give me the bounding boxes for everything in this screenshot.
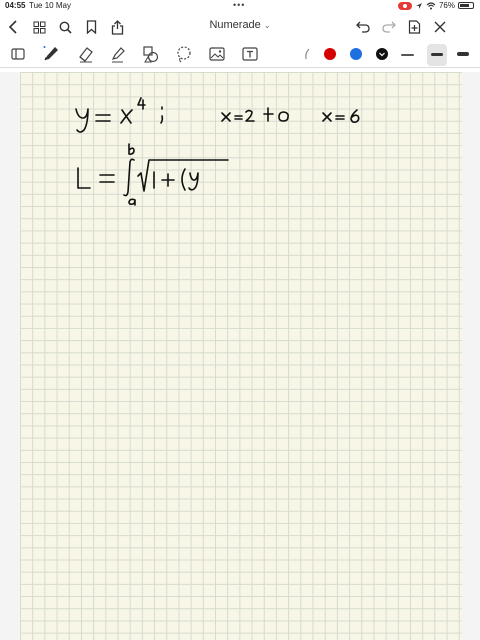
thick-stroke-option[interactable] [457, 52, 469, 56]
handwriting-limit-b [128, 143, 135, 155]
sidebar-icon[interactable] [9, 45, 27, 63]
color-black-swatch[interactable] [373, 45, 391, 63]
handwriting-paren [181, 168, 186, 191]
image-icon[interactable] [208, 45, 226, 63]
handwriting-plus [161, 173, 175, 187]
handwriting-6 [350, 109, 360, 123]
text-box-icon[interactable] [241, 45, 259, 63]
screen-record-icon [397, 1, 412, 10]
thin-stroke-option[interactable] [401, 54, 414, 56]
handwriting-integral [123, 158, 135, 197]
status-time: 04:55 [5, 1, 26, 10]
handwriting-x3 [322, 112, 332, 122]
multitasking-dots-icon[interactable]: ••• [233, 0, 245, 10]
pen-icon[interactable] [42, 45, 60, 63]
handwriting-equals-2 [234, 115, 243, 120]
top-navigation: Numerade ⌄ [0, 14, 480, 40]
handwriting-o [278, 111, 289, 122]
handwriting-y2 [188, 172, 199, 191]
grid-icon[interactable] [30, 18, 48, 36]
color-blue-swatch[interactable] [347, 45, 365, 63]
lasso-icon[interactable] [175, 45, 193, 63]
more-tools-icon[interactable] [298, 45, 316, 63]
handwriting-2 [245, 109, 255, 122]
search-icon[interactable] [56, 18, 74, 36]
canvas-margin-left [0, 72, 20, 640]
medium-stroke-option[interactable] [431, 53, 443, 56]
handwriting-layer [75, 97, 360, 206]
handwriting-x2 [221, 112, 231, 122]
color-red-swatch[interactable] [321, 45, 339, 63]
eraser-icon[interactable] [77, 45, 95, 63]
handwriting-t [263, 107, 274, 122]
chevron-down-icon: ⌄ [263, 21, 271, 30]
battery-percent: 76% [438, 1, 455, 10]
highlighter-icon[interactable] [109, 45, 127, 63]
battery-icon [458, 2, 474, 9]
shapes-icon[interactable] [142, 45, 160, 63]
notebook-page[interactable] [20, 72, 462, 640]
add-page-icon[interactable] [405, 18, 423, 36]
undo-icon[interactable] [354, 18, 372, 36]
handwriting-equals-1 [95, 114, 111, 122]
handwriting-L [77, 167, 91, 189]
handwriting-exponent-4 [137, 97, 146, 110]
share-icon[interactable] [108, 18, 126, 36]
wifi-icon [426, 1, 436, 9]
bookmark-icon[interactable] [82, 18, 100, 36]
handwriting-equals-4 [99, 174, 115, 183]
document-title[interactable]: Numerade ⌄ [190, 19, 290, 31]
handwriting-limit-a [128, 198, 136, 206]
canvas-margin-right [462, 72, 480, 640]
handwriting-equals-3 [335, 115, 345, 120]
location-icon [415, 2, 422, 9]
back-chevron-icon[interactable] [4, 18, 22, 36]
handwriting-x [120, 109, 133, 124]
redo-icon[interactable] [380, 18, 398, 36]
drawing-toolbar [0, 42, 480, 68]
status-date: Tue 10 May [29, 1, 71, 10]
close-icon[interactable] [431, 18, 449, 36]
handwriting-y [75, 108, 89, 133]
status-bar: 04:55 Tue 10 May ••• 76% [0, 0, 480, 12]
handwriting-semicolon [160, 106, 164, 124]
